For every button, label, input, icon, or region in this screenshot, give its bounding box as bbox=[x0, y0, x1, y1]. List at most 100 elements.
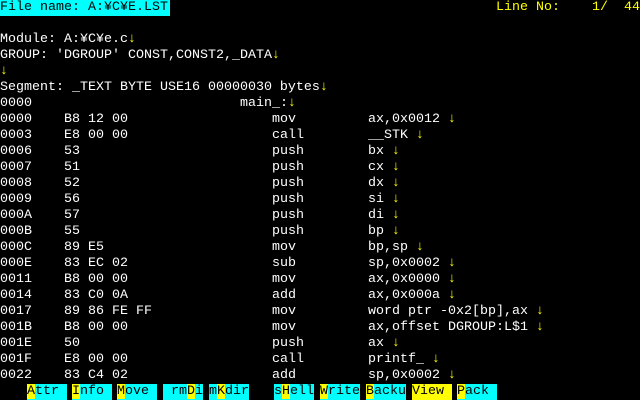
operands: ax,0x000a bbox=[368, 288, 440, 303]
mnemonic: push bbox=[272, 224, 304, 239]
address: 0000 bbox=[0, 112, 32, 127]
line-end-arrow-icon: ↓ bbox=[439, 288, 456, 303]
machine-bytes: 89 86 FE FF bbox=[64, 304, 152, 319]
operands: ax,0x0012 bbox=[368, 112, 440, 127]
machine-bytes: 51 bbox=[64, 160, 80, 175]
code-line[interactable]: 0022 83 C4 02 add sp,0x0002 ↓ bbox=[0, 368, 640, 384]
code-line[interactable]: 0011 B8 00 00 mov ax,0x0000 ↓ bbox=[0, 272, 640, 288]
fkey-hotkey: V bbox=[412, 384, 420, 399]
operands: word ptr -0x2[bp],ax bbox=[368, 304, 528, 319]
line-end-arrow-icon: ↓ bbox=[527, 320, 544, 335]
address: 0006 bbox=[0, 144, 32, 159]
operands-cell: ax,offset DGROUP:L$1 ↓ bbox=[368, 320, 544, 336]
mnemonic: push bbox=[272, 144, 304, 159]
function-key-rmdir[interactable]: rmDir bbox=[163, 384, 211, 400]
address: 0000 bbox=[0, 96, 32, 111]
machine-bytes: 89 E5 bbox=[64, 240, 104, 255]
code-line[interactable]: 0014 83 C0 0A add ax,0x000a ↓ bbox=[0, 288, 640, 304]
code-line[interactable]: 000B 55 push bp ↓ bbox=[0, 224, 640, 240]
line-end-arrow-icon: ↓ bbox=[384, 176, 400, 191]
operands-cell: dx ↓ bbox=[368, 176, 400, 192]
machine-bytes: B8 00 00 bbox=[64, 320, 128, 335]
label-line: 0000 main_:↓ bbox=[0, 96, 640, 112]
mnemonic: mov bbox=[272, 320, 296, 335]
operands: ax bbox=[368, 336, 384, 351]
function-key-write[interactable]: Write bbox=[320, 384, 360, 400]
function-key-shell[interactable]: sHell bbox=[274, 384, 314, 400]
code-line[interactable]: 001E 50 push ax ↓ bbox=[0, 336, 640, 352]
function-key-move[interactable]: Move bbox=[117, 384, 157, 400]
code-line[interactable]: 000C 89 E5 mov bp,sp ↓ bbox=[0, 240, 640, 256]
address: 000B bbox=[0, 224, 32, 239]
operands: di bbox=[368, 208, 384, 223]
preamble-text: Segment: _TEXT BYTE USE16 00000030 bytes bbox=[0, 80, 320, 95]
mnemonic: add bbox=[272, 288, 296, 303]
address: 000A bbox=[0, 208, 32, 223]
machine-bytes: E8 00 00 bbox=[64, 128, 128, 143]
operands-cell: ax ↓ bbox=[368, 336, 400, 352]
address: 001B bbox=[0, 320, 32, 335]
fkey-hotkey: P bbox=[457, 384, 465, 399]
code-line[interactable]: 0000 B8 12 00 mov ax,0x0012 ↓ bbox=[0, 112, 640, 128]
mnemonic: mov bbox=[272, 240, 296, 255]
address: 0009 bbox=[0, 192, 32, 207]
code-line[interactable]: 001F E8 00 00 call printf_ ↓ bbox=[0, 352, 640, 368]
fkey-suffix: dir bbox=[225, 384, 249, 399]
line-end-arrow-icon: ↓ bbox=[439, 272, 456, 287]
operands-cell: __STK ↓ bbox=[368, 128, 424, 144]
function-key-mkdir[interactable]: mKdir bbox=[209, 384, 249, 400]
code-line[interactable]: 0008 52 push dx ↓ bbox=[0, 176, 640, 192]
line-end-arrow-icon: ↓ bbox=[439, 256, 456, 271]
code-line[interactable]: 0003 E8 00 00 call __STK ↓ bbox=[0, 128, 640, 144]
machine-bytes: 52 bbox=[64, 176, 80, 191]
code-line[interactable]: 0009 56 push si ↓ bbox=[0, 192, 640, 208]
function-key-pack[interactable]: Pack bbox=[457, 384, 497, 400]
fkey-suffix: iew bbox=[420, 384, 444, 399]
fkey-suffix: rite bbox=[328, 384, 360, 399]
code-line[interactable]: 000A 57 push di ↓ bbox=[0, 208, 640, 224]
operands-cell: sp,0x0002 ↓ bbox=[368, 256, 456, 272]
code-line[interactable]: 0007 51 push cx ↓ bbox=[0, 160, 640, 176]
function-key-info[interactable]: Info bbox=[72, 384, 112, 400]
machine-bytes: 50 bbox=[64, 336, 80, 351]
fkey-hotkey: H bbox=[282, 384, 290, 399]
preamble-text: GROUP: 'DGROUP' CONST,CONST2,_DATA bbox=[0, 48, 272, 63]
operands-cell: printf_ ↓ bbox=[368, 352, 440, 368]
dos-list-viewer: File name: A:¥C¥E.LST Line No: 1/ 44 Mod… bbox=[0, 0, 640, 400]
operands-cell: ax,0x0012 ↓ bbox=[368, 112, 456, 128]
line-no-value: 1/ 44 bbox=[592, 0, 640, 15]
preamble-line: Module: A:¥C¥e.c↓ bbox=[0, 32, 640, 48]
fkey-prefix: m bbox=[209, 384, 217, 399]
mnemonic: call bbox=[272, 352, 304, 367]
fkey-hotkey: K bbox=[217, 384, 225, 399]
code-line[interactable]: 000E 83 EC 02 sub sp,0x0002 ↓ bbox=[0, 256, 640, 272]
preamble-text: Module: A:¥C¥e.c bbox=[0, 32, 128, 47]
fkey-hotkey: M bbox=[117, 384, 125, 399]
line-end-arrow-icon: ↓ bbox=[439, 112, 456, 127]
mnemonic: mov bbox=[272, 272, 296, 287]
code-line[interactable]: 0006 53 push bx ↓ bbox=[0, 144, 640, 160]
function-key-backup[interactable]: Backup bbox=[366, 384, 414, 400]
mnemonic: sub bbox=[272, 256, 296, 271]
mnemonic: push bbox=[272, 336, 304, 351]
fkey-suffix: ove bbox=[125, 384, 149, 399]
line-end-arrow-icon: ↓ bbox=[424, 352, 440, 367]
line-end-arrow-icon: ↓ bbox=[384, 208, 400, 223]
preamble-line: GROUP: 'DGROUP' CONST,CONST2,_DATA↓ bbox=[0, 48, 640, 64]
function-key-attr[interactable]: Attr bbox=[27, 384, 67, 400]
address: 000E bbox=[0, 256, 32, 271]
operands: cx bbox=[368, 160, 384, 175]
code-line[interactable]: 0017 89 86 FE FF mov word ptr -0x2[bp],ax ↓ bbox=[0, 304, 640, 320]
operands: si bbox=[368, 192, 384, 207]
operands-cell: ax,0x0000 ↓ bbox=[368, 272, 456, 288]
code-line[interactable]: 001B B8 00 00 mov ax,offset DGROUP:L$1 ↓ bbox=[0, 320, 640, 336]
function-key-view[interactable]: View bbox=[412, 384, 452, 400]
line-end-arrow-icon: ↓ bbox=[127, 32, 136, 47]
operands-cell: si ↓ bbox=[368, 192, 400, 208]
fkey-hotkey: W bbox=[320, 384, 328, 399]
machine-bytes: B8 12 00 bbox=[64, 112, 128, 127]
preamble-line: ↓ bbox=[0, 64, 640, 80]
operands: bp,sp bbox=[368, 240, 408, 255]
fkey-suffix: ell bbox=[290, 384, 314, 399]
mnemonic: push bbox=[272, 160, 304, 175]
